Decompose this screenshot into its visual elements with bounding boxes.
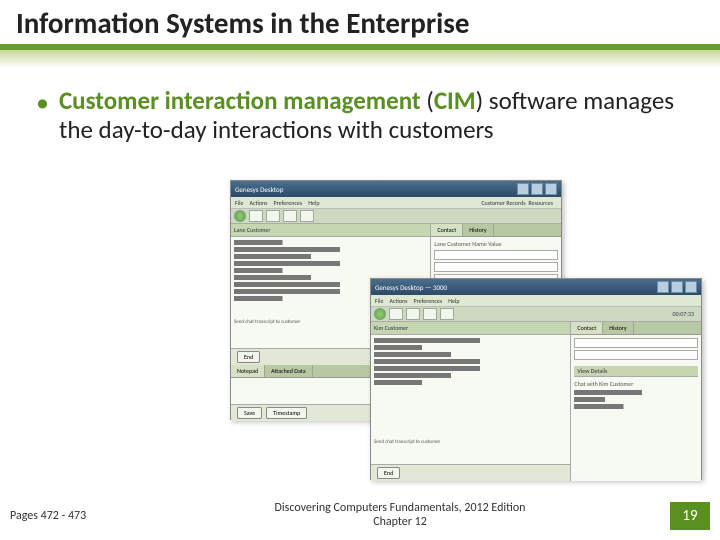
chapter-ref: Chapter 12 <box>373 515 427 529</box>
bullet-item: • Customer interaction management (CIM) … <box>36 86 692 145</box>
toolbar-button <box>266 210 280 222</box>
tab-contact: Contact <box>571 322 603 334</box>
timestamp-button: Timestamp <box>266 407 307 419</box>
chat-label: Chat with Kim Customer <box>574 380 633 388</box>
toolbar-button <box>300 210 314 222</box>
menu-prefs: Preferences <box>274 199 303 207</box>
screenshot-group: Genesys Desktop File Actions Preferences… <box>230 180 700 480</box>
tab-resources: Resources <box>528 199 553 207</box>
save-button: Save <box>237 407 262 419</box>
text-field <box>574 338 698 348</box>
window-title: Genesys Desktop — 3000 <box>375 283 655 292</box>
panel-header: Lane Customer <box>231 224 430 237</box>
toolbar <box>231 209 561 224</box>
left-pane: Kim Customer Send chat transcript to cus… <box>371 322 571 481</box>
tab-contact: Contact <box>431 224 463 236</box>
toolbar-button <box>389 308 403 320</box>
menu-help: Help <box>308 199 319 207</box>
text-field <box>434 250 558 260</box>
right-tabs: Contact History <box>431 224 561 237</box>
app-window-2: Genesys Desktop — 3000 File Actions Pref… <box>370 278 702 480</box>
button-bar: End <box>371 464 570 481</box>
tab-customer-records: Customer Records <box>481 199 525 207</box>
title-divider <box>0 44 720 72</box>
title-area: Information Systems in the Enterprise <box>0 0 720 44</box>
minimize-icon <box>657 281 669 293</box>
toolbar-button <box>423 308 437 320</box>
toolbar: 00:07:33 <box>371 307 701 322</box>
end-button: End <box>237 351 260 363</box>
tab: Attached Data <box>265 365 312 377</box>
window-body: Kim Customer Send chat transcript to cus… <box>371 322 701 481</box>
tab-history: History <box>463 224 493 236</box>
menubar: File Actions Preferences Help Customer R… <box>231 197 561 209</box>
send-transcript-label: Send chat transcript to customer <box>234 319 300 325</box>
textbook-reference: Discovering Computers Fundamentals, 2012… <box>130 502 670 530</box>
paren-open: ( <box>426 85 434 116</box>
menubar: File Actions Preferences Help <box>371 295 701 307</box>
window-title: Genesys Desktop <box>235 185 515 194</box>
right-tabs: Contact History <box>571 322 701 335</box>
close-icon <box>685 281 697 293</box>
toolbar-button <box>283 210 297 222</box>
slide: Information Systems in the Enterprise • … <box>0 0 720 540</box>
menu-prefs: Preferences <box>414 297 443 305</box>
menu-actions: Actions <box>250 199 268 207</box>
text-field <box>434 262 558 272</box>
toolbar-button <box>406 308 420 320</box>
view-details-header: View Details <box>574 366 698 377</box>
close-icon <box>545 183 557 195</box>
chat-log <box>371 335 570 436</box>
tab-history: History <box>603 322 633 334</box>
toolbar-button <box>440 308 454 320</box>
logo-icon <box>374 308 386 320</box>
chat-input-area: Send chat transcript to customer <box>371 436 570 464</box>
window-titlebar: Genesys Desktop — 3000 <box>371 279 701 295</box>
page-reference: Pages 472 - 473 <box>10 509 130 523</box>
slide-number: 19 <box>670 502 710 530</box>
body-area: • Customer interaction management (CIM) … <box>0 72 720 145</box>
maximize-icon <box>531 183 543 195</box>
acronym: CIM <box>434 85 476 116</box>
panel-header: Kim Customer <box>371 322 570 335</box>
menu-file: File <box>235 199 244 207</box>
tab: Notepad <box>231 365 265 377</box>
book-title: Discovering Computers Fundamentals, 2012… <box>275 501 526 515</box>
contact-fields: View Details Chat with Kim Customer <box>571 335 701 481</box>
bullet-text: Customer interaction management (CIM) so… <box>59 86 692 145</box>
call-timer: 00:07:33 <box>669 310 698 318</box>
minimize-icon <box>517 183 529 195</box>
menu-file: File <box>375 297 384 305</box>
menu-actions: Actions <box>390 297 408 305</box>
menu-help: Help <box>448 297 459 305</box>
right-pane: Contact History View Details Chat with K… <box>571 322 701 481</box>
send-transcript-label: Send chat transcript to customer <box>374 439 440 445</box>
footer: Pages 472 - 473 Discovering Computers Fu… <box>0 502 720 530</box>
text-field <box>574 350 698 360</box>
field-label: Lane Customer Name Value <box>434 240 501 248</box>
logo-icon <box>234 210 246 222</box>
slide-title: Information Systems in the Enterprise <box>16 8 704 40</box>
window-titlebar: Genesys Desktop <box>231 181 561 197</box>
bullet-dot: • <box>36 88 49 117</box>
end-button: End <box>377 467 400 479</box>
maximize-icon <box>671 281 683 293</box>
toolbar-button <box>249 210 263 222</box>
tabs-right: Customer Records Resources <box>477 199 557 207</box>
key-term: Customer interaction management <box>59 85 421 116</box>
